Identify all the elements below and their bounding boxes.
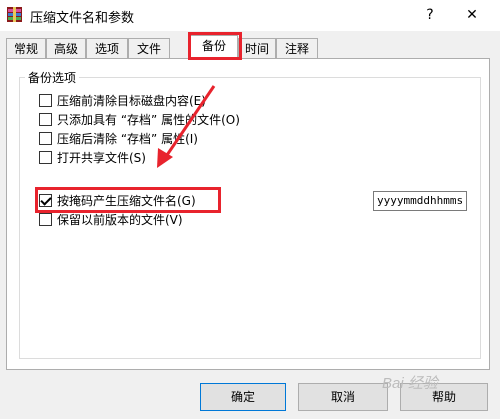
tab-comment[interactable]: 注释 [276,38,318,58]
title-bar: 压缩文件名和参数 ? ✕ [0,0,500,31]
tab-highlight-box [188,32,242,60]
watermark: Bai 经验 [382,375,438,392]
dialog-body: 常规 高级 选项 文件 备份 时间 注释 备份选项 压缩前清除目标磁盘内容(E)… [0,31,500,419]
option-label: 只添加具有 “存档” 属性的文件(O) [57,112,240,127]
option-clear-archive-attr[interactable]: 压缩后清除 “存档” 属性(I) [39,129,198,147]
tab-options[interactable]: 选项 [86,38,128,58]
tab-general[interactable]: 常规 [6,38,46,58]
checkbox[interactable] [39,150,52,164]
checkbox[interactable] [39,112,52,126]
ok-button[interactable]: 确定 [200,383,286,411]
option-label: 压缩前清除目标磁盘内容(E) [57,93,206,108]
cancel-button[interactable]: 取消 [298,383,388,411]
close-icon[interactable]: ✕ [457,4,487,26]
tab-panel-backup: 备份选项 压缩前清除目标磁盘内容(E) 只添加具有 “存档” 属性的文件(O) … [6,58,490,370]
option-archive-attr-only[interactable]: 只添加具有 “存档” 属性的文件(O) [39,110,240,128]
tab-time[interactable]: 时间 [238,38,276,58]
mask-input[interactable]: yyyymmddhhmms [373,191,467,211]
option-clear-disk[interactable]: 压缩前清除目标磁盘内容(E) [39,91,206,109]
checkbox[interactable] [39,93,52,107]
help-icon[interactable]: ? [418,4,442,26]
window-title: 压缩文件名和参数 [30,11,135,26]
tab-advanced[interactable]: 高级 [46,38,86,58]
option-open-shared[interactable]: 打开共享文件(S) [39,148,146,166]
option-label: 打开共享文件(S) [57,150,146,165]
checkbox[interactable] [39,212,52,226]
option-label: 保留以前版本的文件(V) [57,212,183,227]
tab-files[interactable]: 文件 [128,38,170,58]
checkbox[interactable] [39,131,52,145]
group-title: 备份选项 [25,69,80,86]
winrar-icon [7,7,22,22]
option-label: 压缩后清除 “存档” 属性(I) [57,131,198,146]
option-highlight-box [35,187,221,213]
